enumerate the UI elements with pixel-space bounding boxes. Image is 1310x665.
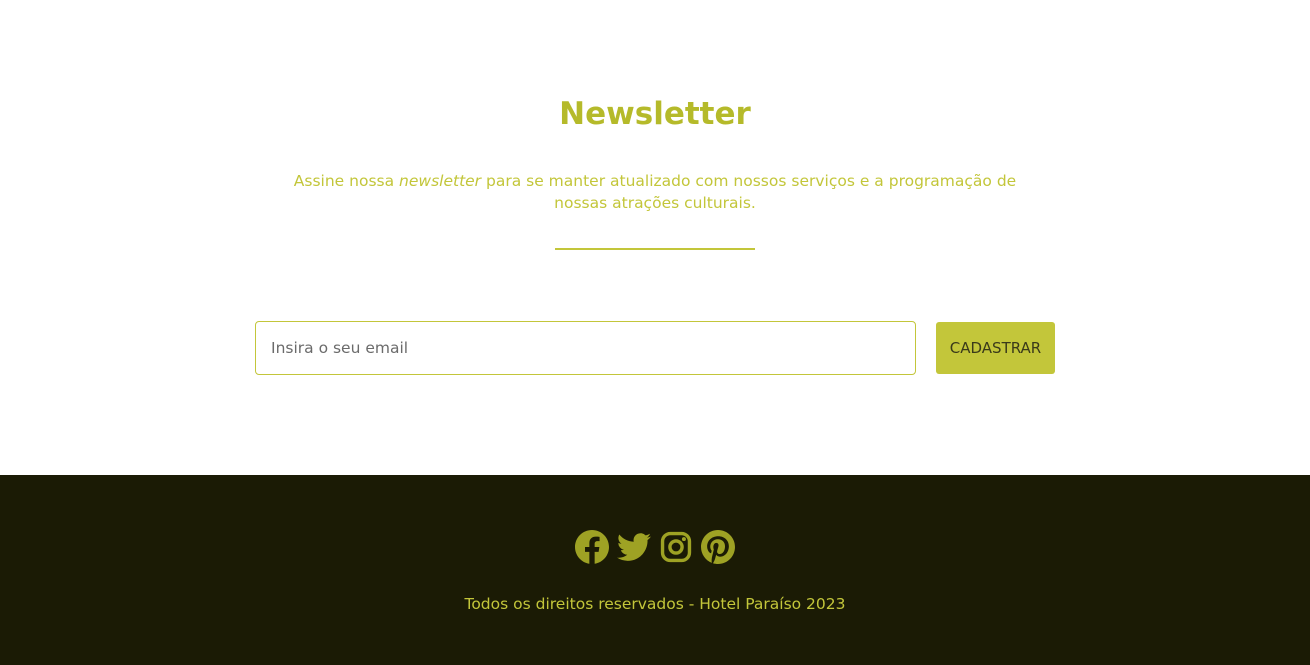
newsletter-section: Newsletter Assine nossa newsletter para … [0,0,1310,475]
instagram-icon [659,530,693,564]
subscribe-button[interactable]: CADASTRAR [936,322,1055,374]
facebook-link[interactable] [575,530,609,564]
instagram-link[interactable] [659,530,693,564]
newsletter-divider [555,248,755,250]
email-input[interactable] [255,321,916,375]
social-links [0,530,1310,564]
copyright-text: Todos os direitos reservados - Hotel Par… [464,595,846,613]
newsletter-description-start: Assine nossa [293,172,400,190]
pinterest-icon [701,530,735,564]
twitter-link[interactable] [617,530,651,564]
newsletter-description-emphasis: newsletter [399,172,482,190]
facebook-icon [575,530,609,564]
newsletter-description: Assine nossa newsletter para se manter a… [280,170,1030,214]
newsletter-description-end: para se manter atualizado com nossos ser… [481,172,1017,212]
newsletter-title: Newsletter [559,96,751,132]
pinterest-link[interactable] [701,530,735,564]
twitter-icon [617,530,651,564]
page-footer [0,475,1310,665]
